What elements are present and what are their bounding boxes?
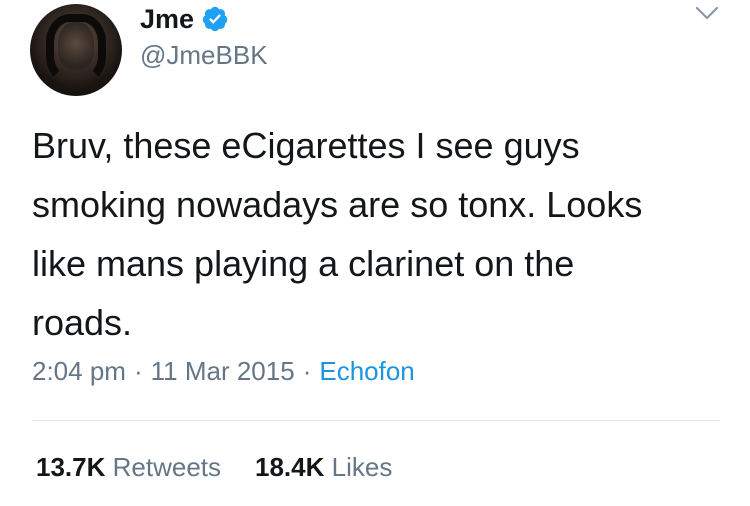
tweet-text: Bruv, these eCigarettes I see guys smoki… [32,125,643,343]
retweets-label: Retweets [112,452,222,482]
likes-count: 18.4K [255,452,325,482]
display-name[interactable]: Jme [140,4,194,35]
divider [32,420,720,421]
verified-badge-icon [202,6,228,32]
retweets-stat[interactable]: 13.7K Retweets [36,452,221,482]
tweet-date[interactable]: 11 Mar 2015 [151,356,295,386]
author-name-row: Jme [140,2,229,36]
meta-separator: · [133,356,143,386]
tweet-meta: 2:04 pm · 11 Mar 2015 · Echofon [32,356,415,387]
avatar-face [58,22,94,70]
chevron-down-icon[interactable] [694,4,720,22]
retweets-count: 13.7K [36,452,106,482]
likes-stat[interactable]: 18.4K Likes [255,452,392,482]
tweet-time[interactable]: 2:04 pm [32,356,126,386]
tweet-source-link[interactable]: Echofon [319,356,414,386]
avatar[interactable] [30,4,122,96]
likes-label: Likes [331,452,393,482]
tweet-stats: 13.7K Retweets 18.4K Likes [36,452,392,483]
tweet-card: Jme @JmeBBK Bruv, these eCigarettes I se… [0,0,750,506]
username[interactable]: @JmeBBK [140,40,268,71]
meta-separator: · [302,356,312,386]
